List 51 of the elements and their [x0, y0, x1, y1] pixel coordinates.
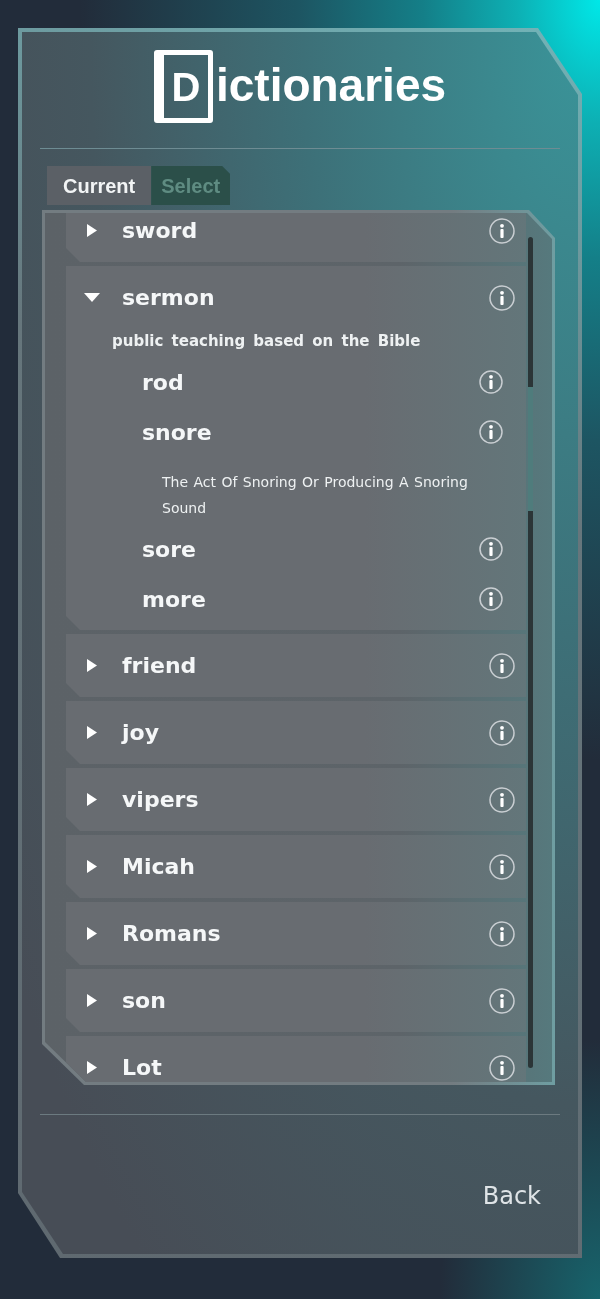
triangle-down-icon[interactable]: [84, 293, 100, 302]
entry-card[interactable]: friend: [66, 634, 526, 697]
triangle-right-icon[interactable]: [87, 860, 97, 873]
triangle-right-icon[interactable]: [87, 726, 97, 739]
info-icon[interactable]: [489, 786, 515, 813]
back-button[interactable]: Back: [474, 1176, 549, 1216]
triangle-right-icon[interactable]: [87, 793, 97, 806]
triangle-right-icon[interactable]: [87, 1061, 97, 1074]
entry-word: Lot: [122, 1054, 163, 1081]
triangle-right-icon[interactable]: [87, 927, 97, 940]
info-icon[interactable]: [479, 420, 503, 444]
sub-entry-word: snore: [142, 418, 213, 446]
info-icon[interactable]: [489, 284, 515, 311]
info-icon[interactable]: [489, 1054, 515, 1081]
entry-card[interactable]: Micah: [66, 835, 526, 898]
info-icon[interactable]: [489, 853, 515, 880]
entry-word: Romans: [122, 920, 222, 947]
sub-entry-word: rod: [142, 368, 185, 396]
triangle-right-icon[interactable]: [87, 224, 97, 237]
initial-letter: D: [153, 50, 213, 123]
scrollbar[interactable]: [528, 237, 533, 1068]
info-icon[interactable]: [489, 987, 515, 1014]
entry-card[interactable]: Lot: [66, 1036, 526, 1082]
entry-card[interactable]: joy: [66, 701, 526, 764]
info-icon[interactable]: [489, 217, 515, 244]
tab[interactable]: Current: [47, 166, 152, 205]
definition-text: The Act Of Snoring Or Producing A Snoring Sound: [162, 473, 469, 518]
entry-word: sermon: [122, 284, 216, 311]
entry-word: joy: [122, 719, 160, 746]
triangle-right-icon[interactable]: [87, 994, 97, 1007]
info-icon[interactable]: [479, 370, 503, 394]
info-icon[interactable]: [479, 587, 503, 611]
info-icon[interactable]: [489, 719, 515, 746]
entry-card[interactable]: sermon public teaching based on the Bible rod snore The Act Of Snoring Or Producing A Snoring Sound sore more: [66, 266, 526, 630]
triangle-right-icon[interactable]: [87, 659, 97, 672]
entry-word: vipers: [122, 786, 200, 813]
entry-card[interactable]: vipers: [66, 768, 526, 831]
title: ictionaries: [215, 61, 447, 108]
sub-entry-word: more: [142, 585, 207, 613]
definition-text: public teaching based on the Bible: [111, 331, 422, 352]
entry-card[interactable]: son: [66, 969, 526, 1032]
info-icon[interactable]: [489, 920, 515, 947]
entry-word: friend: [122, 652, 198, 679]
sub-entry-word: sore: [142, 535, 197, 563]
entry-card[interactable]: Romans: [66, 902, 526, 965]
info-icon[interactable]: [489, 652, 515, 679]
info-icon[interactable]: [479, 537, 503, 561]
entry-card[interactable]: sword: [66, 213, 526, 262]
entry-word: son: [122, 987, 167, 1014]
entry-word: sword: [122, 217, 199, 244]
entry-word: Micah: [122, 853, 196, 880]
